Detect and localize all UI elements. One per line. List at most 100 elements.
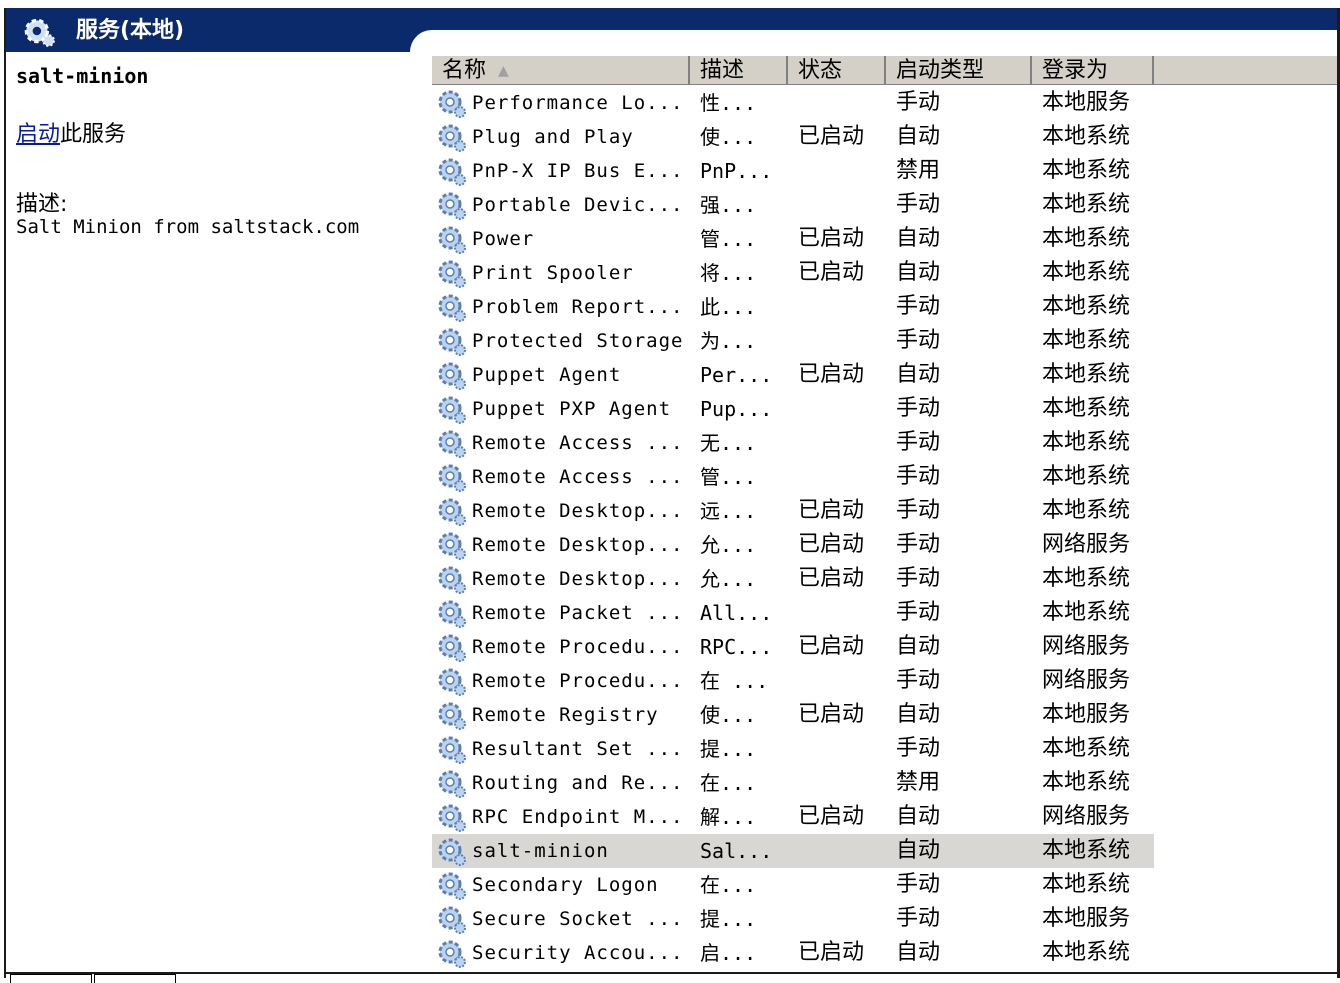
service-gear-icon	[436, 869, 468, 901]
cell-logon-as: 本地系统	[1042, 838, 1131, 863]
service-gear-icon	[436, 121, 468, 153]
cell-description: 性...	[700, 91, 757, 115]
table-row[interactable]: Routing and Re... 在... 禁用 本地系统	[432, 766, 1154, 800]
table-row[interactable]: Puppet Agent Per... 已启动 自动 本地系统	[432, 358, 1154, 392]
sort-ascending-icon: ▲	[498, 63, 509, 79]
column-header-startup-type[interactable]: 启动类型	[886, 56, 1032, 84]
table-row[interactable]: Problem Report... 此... 手动 本地系统	[432, 290, 1154, 324]
table-row[interactable]: Remote Desktop... 允... 已启动 手动 本地系统	[432, 562, 1154, 596]
table-row[interactable]: Security Accou... 启... 已启动 自动 本地系统	[432, 936, 1154, 970]
table-row[interactable]: Power 管... 已启动 自动 本地系统	[432, 222, 1154, 256]
table-row[interactable]: Remote Procedu... 在 ... 手动 网络服务	[432, 664, 1154, 698]
cell-name: Power	[472, 228, 535, 250]
table-row[interactable]: Secure Socket ... 提... 手动 本地服务	[432, 902, 1154, 936]
table-row[interactable]: Print Spooler 将... 已启动 自动 本地系统	[432, 256, 1154, 290]
table-row[interactable]: Remote Access ... 管... 手动 本地系统	[432, 460, 1154, 494]
cell-startup-type: 手动	[896, 668, 941, 693]
gear-icon	[24, 18, 55, 47]
cell-name: Remote Access ...	[472, 466, 684, 488]
cell-name: Secure Socket ...	[472, 908, 684, 930]
cell-startup-type: 手动	[896, 396, 941, 421]
start-service-suffix: 此服务	[60, 122, 127, 147]
table-row[interactable]: Secondary Logon 在... 手动 本地系统	[432, 868, 1154, 902]
services-list: 名称 ▲ 描述 状态 启动类型 登录为 Performance Lo... 性...…	[432, 56, 1337, 972]
cell-name: Remote Access ...	[472, 432, 684, 454]
cell-description: 解...	[700, 805, 757, 829]
service-gear-icon	[436, 597, 468, 629]
cell-name: Remote Desktop...	[472, 568, 684, 590]
service-gear-icon	[436, 495, 468, 527]
table-row[interactable]: Performance Lo... 性... 手动 本地服务	[432, 86, 1154, 120]
cell-logon-as: 网络服务	[1042, 634, 1131, 659]
frame-left	[4, 8, 6, 978]
cell-logon-as: 网络服务	[1042, 804, 1131, 829]
table-row[interactable]: PnP-X IP Bus E... PnP... 禁用 本地系统	[432, 154, 1154, 188]
table-row[interactable]: RPC Endpoint M... 解... 已启动 自动 网络服务	[432, 800, 1154, 834]
cell-logon-as: 本地系统	[1042, 736, 1131, 761]
service-gear-icon	[436, 393, 468, 425]
cell-logon-as: 本地系统	[1042, 294, 1131, 319]
cell-status: 已启动	[798, 634, 865, 659]
table-row[interactable]: Resultant Set ... 提... 手动 本地系统	[432, 732, 1154, 766]
description-label: 描述:	[16, 192, 68, 217]
cell-logon-as: 本地系统	[1042, 600, 1131, 625]
cell-name: Plug and Play	[472, 126, 634, 148]
cell-description: 强...	[700, 193, 757, 217]
cell-name: Secondary Logon	[472, 874, 659, 896]
cell-logon-as: 本地系统	[1042, 940, 1131, 965]
table-row[interactable]: Remote Procedu... RPC... 已启动 自动 网络服务	[432, 630, 1154, 664]
cell-name: salt-minion	[472, 840, 609, 862]
cell-logon-as: 本地系统	[1042, 770, 1131, 795]
column-header-logon-as[interactable]: 登录为	[1032, 56, 1154, 84]
table-row[interactable]: Remote Desktop... 远... 已启动 手动 本地系统	[432, 494, 1154, 528]
cell-description: PnP...	[700, 159, 773, 183]
cell-startup-type: 手动	[896, 532, 941, 557]
cell-startup-type: 手动	[896, 498, 941, 523]
cell-startup-type: 手动	[896, 430, 941, 455]
cell-logon-as: 本地系统	[1042, 192, 1131, 217]
service-gear-icon	[436, 257, 468, 289]
cell-logon-as: 本地系统	[1042, 328, 1131, 353]
cell-status: 已启动	[798, 566, 865, 591]
cell-startup-type: 自动	[896, 634, 941, 659]
column-header-description[interactable]: 描述	[690, 56, 788, 84]
column-header-status[interactable]: 状态	[788, 56, 886, 84]
service-gear-icon	[436, 189, 468, 221]
table-row[interactable]: Remote Desktop... 允... 已启动 手动 网络服务	[432, 528, 1154, 562]
column-header-name[interactable]: 名称 ▲	[432, 56, 690, 84]
cell-logon-as: 本地系统	[1042, 566, 1131, 591]
cell-name: Portable Devic...	[472, 194, 684, 216]
cell-description: 管...	[700, 227, 757, 251]
cell-name: Remote Packet ...	[472, 602, 684, 624]
table-row[interactable]: Protected Storage 为... 手动 本地系统	[432, 324, 1154, 358]
cell-description: 远...	[700, 499, 757, 523]
table-row[interactable]: Puppet PXP Agent Pup... 手动 本地系统	[432, 392, 1154, 426]
cell-startup-type: 自动	[896, 838, 941, 863]
view-tabs	[6, 974, 206, 983]
cell-description: 此...	[700, 295, 757, 319]
cell-startup-type: 禁用	[896, 770, 941, 795]
cell-status: 已启动	[798, 362, 865, 387]
cell-startup-type: 自动	[896, 702, 941, 727]
table-row[interactable]: Portable Devic... 强... 手动 本地系统	[432, 188, 1154, 222]
table-row[interactable]: salt-minion Sal... 自动 本地系统	[432, 834, 1154, 868]
cell-name: Remote Procedu...	[472, 636, 684, 658]
table-row[interactable]: Remote Access ... 无... 手动 本地系统	[432, 426, 1154, 460]
cell-startup-type: 自动	[896, 362, 941, 387]
start-service-link[interactable]: 启动	[16, 122, 60, 147]
service-gear-icon	[436, 325, 468, 357]
cell-description: 提...	[700, 737, 757, 761]
cell-startup-type: 手动	[896, 464, 941, 489]
cell-logon-as: 本地系统	[1042, 872, 1131, 897]
cell-description: 无...	[700, 431, 757, 455]
table-row[interactable]: Plug and Play 使... 已启动 自动 本地系统	[432, 120, 1154, 154]
cell-logon-as: 本地服务	[1042, 90, 1131, 115]
table-row[interactable]: Remote Registry 使... 已启动 自动 本地服务	[432, 698, 1154, 732]
cell-logon-as: 网络服务	[1042, 668, 1131, 693]
cell-name: PnP-X IP Bus E...	[472, 160, 684, 182]
table-row[interactable]: Remote Packet ... All... 手动 本地系统	[432, 596, 1154, 630]
cell-description: 在...	[700, 771, 757, 795]
cell-description: Per...	[700, 363, 773, 387]
service-gear-icon	[436, 801, 468, 833]
cell-status: 已启动	[798, 940, 865, 965]
